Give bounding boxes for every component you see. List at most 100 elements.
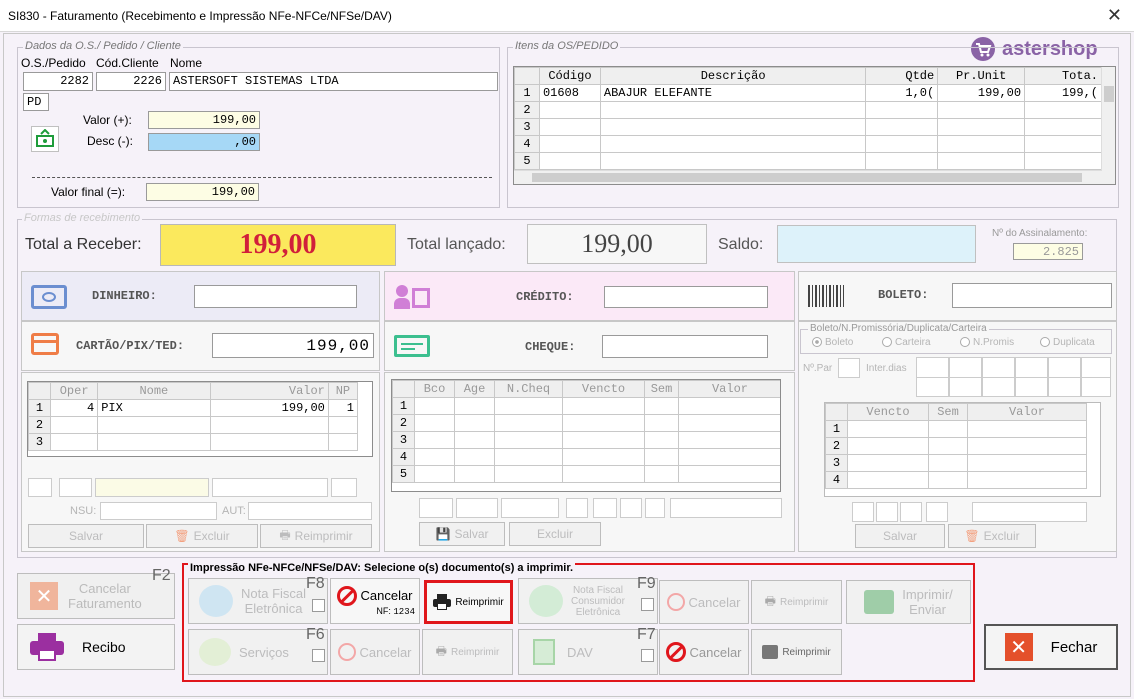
cartao-edit-2[interactable] [59,478,92,497]
tipo-field[interactable]: PD [23,93,49,111]
nfce-reimprimir-button[interactable]: 🖶 Reimprimir [751,580,842,624]
imprimir-enviar-button[interactable]: Imprimir/ Enviar [846,580,971,624]
table-row[interactable]: 4 [825,471,1087,489]
cartao-header-np[interactable]: NP [327,382,359,400]
itens-vscroll[interactable] [1101,67,1115,184]
desc-field[interactable]: ,00 [148,133,260,151]
dinheiro-field[interactable] [194,285,357,308]
cartao-header-nome[interactable]: Nome [97,382,211,400]
cartao-edit-3[interactable] [95,478,209,497]
os-field[interactable]: 2282 [23,72,93,91]
boleto-edit-5[interactable] [972,502,1087,522]
fechar-button[interactable]: ✕ Fechar [984,624,1118,670]
boleto-excluir-button[interactable]: 🗑 Excluir [948,524,1036,548]
cheque-header-sem[interactable]: Sem [644,380,679,398]
cartao-header-oper[interactable]: Oper [50,382,99,400]
aut-field[interactable] [248,502,372,520]
cartao-edit-5[interactable] [331,478,357,497]
money-refresh-button[interactable] [31,126,59,152]
cartao-edit-4[interactable] [212,478,328,497]
cartao-grid[interactable]: Oper Nome Valor NP 1 4 PIX 199,00 1 2 3 [27,381,373,457]
nome-field[interactable]: ASTERSOFT SISTEMAS LTDA [169,72,498,91]
valor-field[interactable]: 199,00 [148,111,260,129]
cheque-header-ncheq[interactable]: N.Cheq [494,380,563,398]
cheque-edit-3[interactable] [501,498,559,518]
table-row[interactable]: 4 [514,135,1102,153]
cartao-header-valor[interactable]: Valor [209,382,329,400]
boleto-edit-4[interactable] [926,502,948,522]
cheque-edit-4[interactable] [566,498,588,518]
nsu-field[interactable] [100,502,217,520]
nfce-checkbox[interactable] [641,598,654,611]
boleto-salvar-button[interactable]: Salvar [855,524,945,548]
table-row[interactable]: 1 01608 ABAJUR ELEFANTE 1,0(199,00 199,( [514,84,1102,102]
boleto-edit-2[interactable] [876,502,898,522]
cheque-salvar-button[interactable]: 💾 Salvar [419,522,505,546]
cheque-header-vencto[interactable]: Vencto [562,380,645,398]
cartao-field[interactable]: 199,00 [212,333,374,358]
table-row[interactable]: 1 4 PIX 199,00 1 [28,399,359,417]
itens-header-total[interactable]: Tota. [1024,67,1102,85]
table-row[interactable]: 1 [392,397,780,415]
table-row[interactable]: 3 [514,118,1102,136]
cheque-excluir-button[interactable]: Excluir [509,522,601,546]
cheque-header-valor[interactable]: Valor [678,380,780,398]
cheque-edit-1[interactable] [419,498,453,518]
cliente-field[interactable]: 2226 [96,72,166,91]
assinalamento-field[interactable]: 2.825 [1013,243,1083,260]
servicos-cancelar-button[interactable]: Cancelar [330,629,420,675]
dav-checkbox[interactable] [641,649,654,662]
boleto-field[interactable] [952,283,1112,308]
nfe-checkbox[interactable] [312,599,325,612]
boleto-grid[interactable]: Vencto Sem Valor 1 2 3 4 [824,402,1101,497]
cheque-field[interactable] [602,335,768,358]
itens-header-unit[interactable]: Pr.Unit [937,67,1026,85]
dav-cancelar-button[interactable]: Cancelar [659,629,749,675]
dav-reimprimir-button[interactable]: Reimprimir [751,629,842,675]
cheque-edit-8[interactable] [670,498,782,518]
itens-header-codigo[interactable]: Código [538,67,601,85]
servicos-checkbox[interactable] [312,649,325,662]
boleto-header-valor[interactable]: Valor [967,403,1087,421]
close-icon[interactable]: ✕ [1107,5,1122,26]
cartao-reimprimir-button[interactable]: 🖶 Reimprimir [260,524,372,548]
boleto-edit-3[interactable] [900,502,922,522]
recibo-button[interactable]: Recibo [17,624,175,670]
interdias-grid[interactable] [916,357,1111,397]
table-row[interactable]: 2 [28,416,359,434]
cheque-grid[interactable]: Bco Age N.Cheq Vencto Sem Valor 1 2 3 4 … [391,379,781,492]
itens-header-qtde[interactable]: Qtde [865,67,939,85]
credito-field[interactable] [604,286,768,308]
servicos-reimprimir-button[interactable]: 🖶 Reimprimir [422,629,513,675]
table-row[interactable]: 3 [825,454,1087,472]
nfe-cancelar-button[interactable]: Cancelar NF: 1234 [330,578,420,624]
cheque-header-age[interactable]: Age [454,380,495,398]
cartao-salvar-button[interactable]: Salvar [28,524,144,548]
nfe-reimprimir-button[interactable]: Reimprimir [424,580,513,624]
table-row[interactable]: 2 [514,101,1102,119]
cheque-edit-7[interactable] [645,498,665,518]
cheque-edit-5[interactable] [593,498,617,518]
table-row[interactable]: 3 [392,431,780,449]
nfce-cancelar-button[interactable]: Cancelar [659,580,749,624]
table-row[interactable]: 5 [514,152,1102,170]
radio-npromis[interactable]: N.Promis [960,337,1014,348]
cheque-edit-6[interactable] [620,498,642,518]
radio-duplicata[interactable]: Duplicata [1040,337,1095,348]
cartao-excluir-button[interactable]: 🗑 Excluir [146,524,258,548]
cheque-edit-2[interactable] [456,498,498,518]
itens-hscroll[interactable] [514,170,1102,184]
itens-header-descricao[interactable]: Descrição [599,67,867,85]
cheque-header-bco[interactable]: Bco [414,380,455,398]
npar-field[interactable] [838,358,860,378]
valor-final-field[interactable]: 199,00 [146,183,259,201]
table-row[interactable]: 2 [825,437,1087,455]
radio-boleto[interactable]: Boleto [812,337,853,348]
boleto-header-vencto[interactable]: Vencto [847,403,929,421]
boleto-edit-1[interactable] [852,502,874,522]
cartao-edit-1[interactable] [28,478,52,497]
itens-grid[interactable]: Código Descrição Qtde Pr.Unit Tota. 1 016… [513,66,1116,185]
boleto-header-sem[interactable]: Sem [928,403,968,421]
table-row[interactable]: 5 [392,465,780,483]
table-row[interactable]: 1 [825,420,1087,438]
